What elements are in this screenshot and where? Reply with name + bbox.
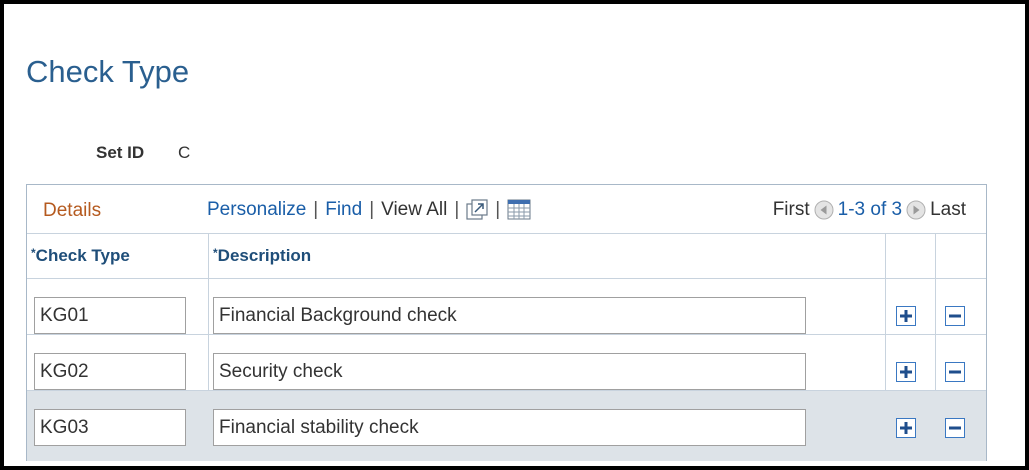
first-label: First: [772, 199, 810, 220]
description-input[interactable]: [213, 297, 806, 334]
add-row-button[interactable]: [896, 362, 916, 382]
separator: |: [369, 199, 375, 220]
table-row-selected: [27, 391, 986, 461]
setid-label: Set ID: [96, 143, 145, 162]
add-row-icon: [900, 310, 912, 322]
grid-header-row: *Check Type *Description: [27, 233, 986, 279]
next-arrow-icon[interactable]: [906, 200, 926, 220]
personalize-link[interactable]: Personalize: [207, 199, 306, 221]
column-header-description-label: Description: [217, 246, 312, 265]
required-mark: *: [31, 246, 36, 260]
description-input[interactable]: [213, 409, 806, 446]
separator: |: [454, 199, 460, 220]
column-header-check-type-label: Check Type: [35, 246, 130, 265]
check-type-grid: Details Personalize | Find | View All | …: [26, 184, 987, 461]
delete-row-button[interactable]: [945, 418, 965, 438]
column-header-description[interactable]: *Description: [209, 234, 885, 278]
find-link[interactable]: Find: [325, 199, 362, 221]
table-row: [27, 335, 986, 391]
page-title: Check Type: [26, 54, 190, 89]
row-range: 1-3 of 3: [837, 199, 903, 220]
table-row: [27, 279, 986, 335]
check-type-input[interactable]: [34, 297, 186, 334]
page-frame: Check Type Set ID C Details Personalize …: [0, 0, 1029, 470]
grid-links: Personalize | Find | View All | |: [207, 199, 531, 221]
add-row-button[interactable]: [896, 418, 916, 438]
delete-row-icon: [949, 314, 961, 318]
grid-navigation-bar: Details Personalize | Find | View All | …: [27, 185, 986, 233]
delete-row-button[interactable]: [945, 362, 965, 382]
last-label: Last: [930, 199, 966, 220]
required-mark: *: [213, 246, 218, 260]
grid-title-details: Details: [43, 200, 102, 221]
delete-row-icon: [949, 370, 961, 374]
grid-pager: First 1-3 of 3 Last: [773, 199, 966, 221]
setid-value: C: [178, 143, 191, 162]
check-type-input[interactable]: [34, 353, 186, 390]
zoom-icon[interactable]: [466, 199, 488, 221]
add-row-icon: [900, 366, 912, 378]
prev-arrow-icon[interactable]: [814, 200, 834, 220]
download-icon[interactable]: [507, 199, 531, 221]
add-row-icon: [900, 422, 912, 434]
description-input[interactable]: [213, 353, 806, 390]
add-row-button[interactable]: [896, 306, 916, 326]
separator: |: [495, 199, 501, 220]
delete-row-icon: [949, 426, 961, 430]
separator: |: [313, 199, 319, 220]
view-all-link[interactable]: View All: [381, 199, 447, 221]
check-type-input[interactable]: [34, 409, 186, 446]
column-header-check-type[interactable]: *Check Type: [27, 234, 207, 278]
delete-row-button[interactable]: [945, 306, 965, 326]
